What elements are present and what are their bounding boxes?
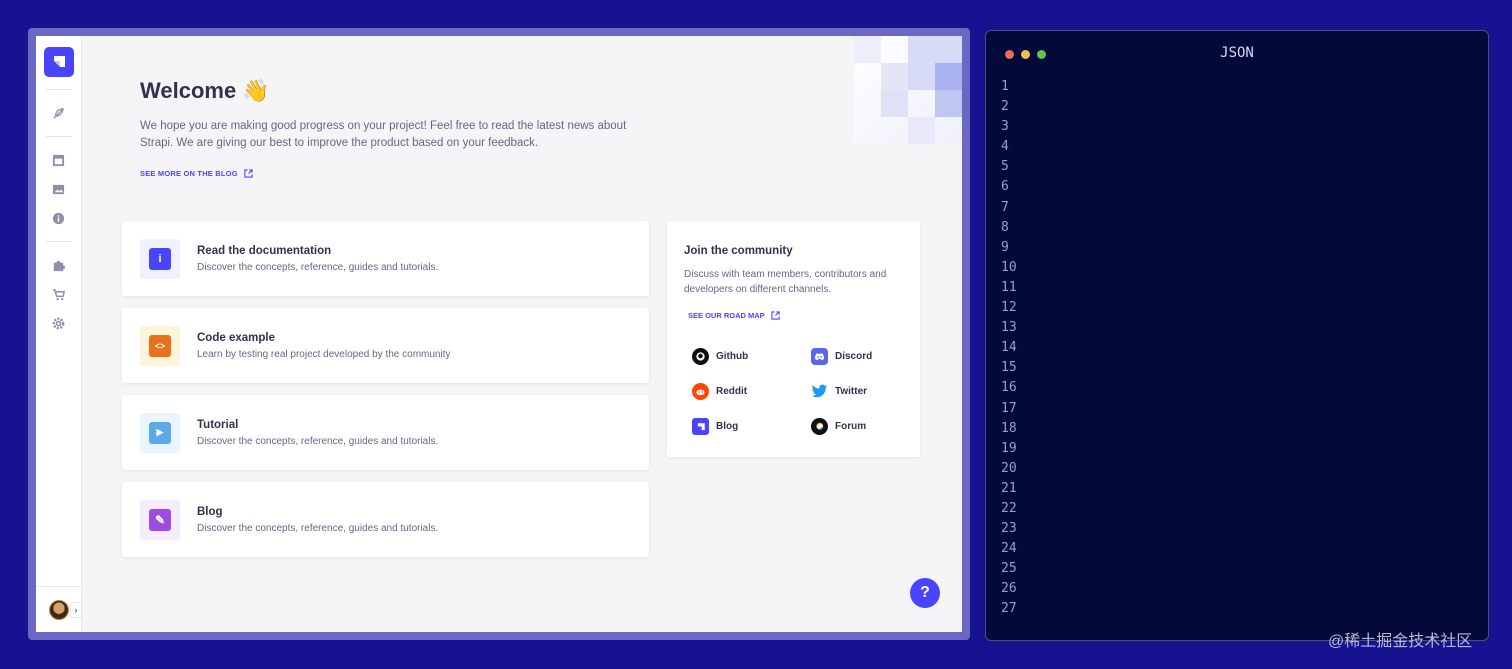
line-number: 14: [1001, 340, 1017, 356]
community-link-discord[interactable]: Discord: [811, 348, 872, 365]
line-number: 6: [1001, 179, 1009, 195]
line-number: 7: [1001, 199, 1009, 215]
main-content: Welcome 👋 We hope you are making good pr…: [82, 36, 962, 632]
code-icon: <>: [149, 334, 171, 357]
line-number: 23: [1001, 521, 1017, 537]
line-number: 15: [1001, 360, 1017, 376]
help-button[interactable]: ?: [910, 578, 940, 608]
page-title: Welcome 👋: [140, 78, 270, 103]
chevron-right-icon[interactable]: ›: [70, 602, 82, 618]
sidebar-divider: [45, 241, 72, 242]
community-link-reddit[interactable]: Reddit: [692, 383, 747, 400]
card-tutorial[interactable]: ▶ Tutorial Discover the concepts, refere…: [122, 395, 649, 470]
line-number: 9: [1001, 239, 1009, 255]
sidebar-divider: [45, 136, 72, 137]
line-number: 13: [1001, 320, 1017, 336]
card-title: Read the documentation: [197, 244, 332, 257]
community-link-forum[interactable]: Forum: [811, 418, 866, 435]
card-code-example[interactable]: <> Code example Learn by testing real pr…: [122, 308, 649, 383]
cart-icon[interactable]: [50, 285, 68, 303]
app-window-frame: › Welcome 👋 We hope you are making good …: [28, 28, 970, 640]
card-subtitle: Discover the concepts, reference, guides…: [197, 261, 439, 273]
community-panel: Join the community Discuss with team mem…: [667, 221, 920, 457]
github-icon: [692, 348, 709, 365]
line-number: 25: [1001, 561, 1017, 577]
line-number: 18: [1001, 420, 1017, 436]
line-number: 10: [1001, 259, 1017, 275]
line-number: 16: [1001, 380, 1017, 396]
card-documentation[interactable]: i Read the documentation Discover the co…: [122, 221, 649, 296]
line-number: 27: [1001, 601, 1017, 617]
line-number: 11: [1001, 279, 1017, 295]
twitter-icon: [811, 383, 828, 400]
line-number: 5: [1001, 159, 1009, 175]
card-title: Blog: [197, 505, 223, 518]
gear-icon[interactable]: [50, 314, 68, 332]
card-subtitle: Discover the concepts, reference, guides…: [197, 522, 439, 534]
line-number: 2: [1001, 99, 1009, 115]
community-link-twitter[interactable]: Twitter: [811, 383, 867, 400]
line-number: 20: [1001, 460, 1017, 476]
line-number: 1: [1001, 79, 1009, 94]
play-icon: ▶: [149, 421, 171, 444]
line-number: 4: [1001, 139, 1009, 155]
card-subtitle: Discover the concepts, reference, guides…: [197, 435, 439, 447]
sidebar-footer: ›: [36, 586, 82, 632]
community-link-github[interactable]: Github: [692, 348, 748, 365]
see-more-blog-link[interactable]: SEE MORE ON THE BLOG: [140, 169, 253, 178]
sidebar: ›: [36, 36, 82, 632]
info-icon: i: [149, 247, 171, 270]
external-link-icon: [771, 311, 780, 320]
card-subtitle: Learn by testing real project developed …: [197, 348, 451, 360]
decorative-pattern: [854, 36, 962, 144]
card-icon-container: i: [140, 238, 180, 279]
strapi-admin: › Welcome 👋 We hope you are making good …: [36, 36, 962, 632]
info-icon[interactable]: [50, 209, 68, 227]
line-number: 24: [1001, 541, 1017, 557]
strapi-logo[interactable]: [43, 47, 74, 77]
line-numbers: 1 2 3 4 5 6 7 8 9 10 11 12 13 14 15 16 17 18 19 20 21 22 23 24 2…: [1001, 77, 1017, 620]
card-icon-container: <>: [140, 325, 180, 366]
card-icon-container: ▶: [140, 412, 180, 453]
layout-icon[interactable]: [50, 151, 68, 169]
watermark: @稀土掘金技术社区: [1328, 633, 1473, 650]
card-icon-container: ✎: [140, 499, 180, 540]
card-blog[interactable]: ✎ Blog Discover the concepts, reference,…: [122, 482, 649, 557]
forum-icon: [811, 418, 828, 435]
card-title: Tutorial: [197, 418, 239, 431]
json-editor-panel: JSON 1 2 3 4 5 6 7 8 9 10 11 12 13 14 15 16 17 18 19 20 21 22…: [985, 30, 1489, 641]
roadmap-link[interactable]: SEE OUR ROAD MAP: [688, 311, 780, 320]
feather-icon[interactable]: [50, 104, 68, 122]
line-number: 26: [1001, 581, 1017, 597]
waving-hand-icon: 👋: [242, 78, 270, 103]
strapi-icon: [692, 418, 709, 435]
welcome-intro: We hope you are making good progress on …: [140, 120, 627, 149]
line-number: 3: [1001, 119, 1009, 135]
line-number: 22: [1001, 500, 1017, 516]
community-title: Join the community: [684, 245, 793, 257]
feather-icon: ✎: [149, 508, 171, 531]
line-number: 12: [1001, 300, 1017, 316]
discord-icon: [811, 348, 828, 365]
sidebar-divider: [45, 89, 72, 90]
puzzle-icon[interactable]: [50, 256, 68, 274]
card-title: Code example: [197, 331, 275, 344]
line-number: 19: [1001, 440, 1017, 456]
line-number: 17: [1001, 400, 1017, 416]
external-link-icon: [244, 169, 253, 178]
line-number: 8: [1001, 219, 1009, 235]
avatar[interactable]: [48, 599, 69, 620]
community-description: Discuss with team members, contributors …: [684, 269, 887, 295]
community-link-blog[interactable]: Blog: [692, 418, 738, 435]
image-icon[interactable]: [50, 180, 68, 198]
reddit-icon: [692, 383, 709, 400]
editor-title: JSON: [1220, 45, 1254, 61]
line-number: 21: [1001, 480, 1017, 496]
